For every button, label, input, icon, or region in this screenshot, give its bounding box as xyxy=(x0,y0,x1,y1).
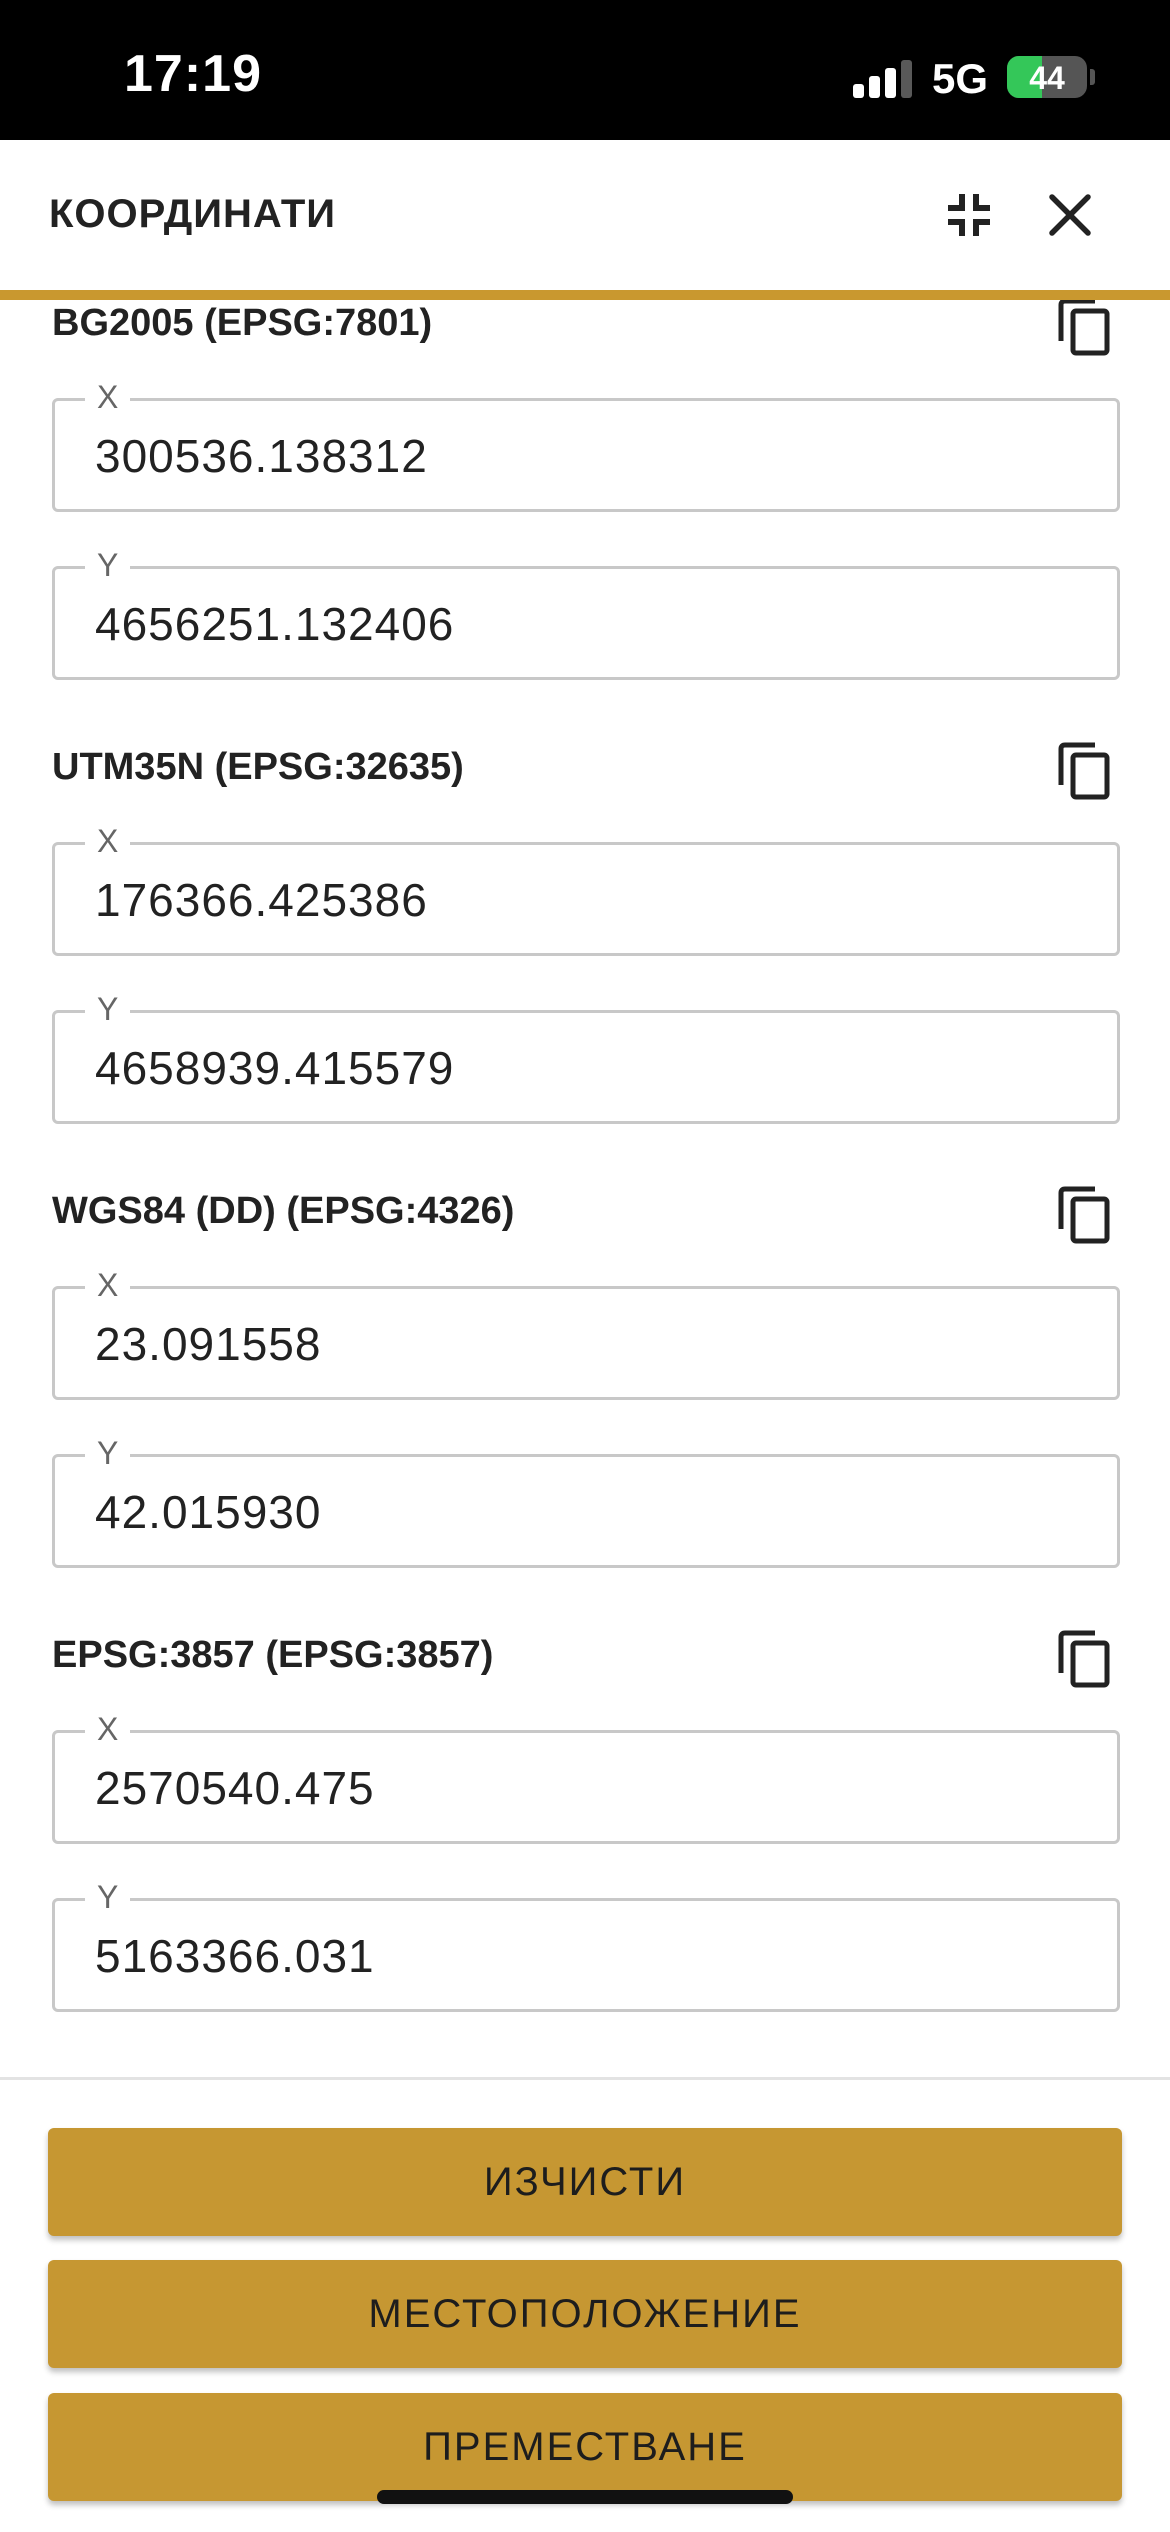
x-coordinate-field[interactable]: X 176366.425386 xyxy=(52,823,1120,956)
field-label: Y xyxy=(85,991,131,1027)
y-coordinate-field[interactable]: Y 5163366.031 xyxy=(52,1879,1120,2012)
y-coordinate-field[interactable]: Y 42.015930 xyxy=(52,1435,1120,1568)
move-button[interactable]: ПРЕМЕСТВАНЕ xyxy=(48,2393,1122,2501)
location-button[interactable]: МЕСТОПОЛОЖЕНИЕ xyxy=(48,2260,1122,2368)
coordinates-list[interactable]: BG2005 (EPSG:7801) X 300536.138312 Y 465… xyxy=(0,300,1170,2075)
copy-button[interactable] xyxy=(1050,736,1120,806)
copy-icon xyxy=(1058,742,1110,800)
field-label: X xyxy=(85,1711,131,1747)
field-label: Y xyxy=(85,547,131,583)
battery-icon: 44 xyxy=(1007,56,1087,98)
copy-icon xyxy=(1058,1630,1110,1688)
field-label: Y xyxy=(85,1879,131,1915)
collapse-button[interactable] xyxy=(932,178,1006,252)
y-coordinate-field[interactable]: Y 4656251.132406 xyxy=(52,547,1120,680)
collapse-icon xyxy=(948,194,990,236)
y-coordinate-field[interactable]: Y 4658939.415579 xyxy=(52,991,1120,1124)
x-coordinate-field[interactable]: X 23.091558 xyxy=(52,1267,1120,1400)
field-value: 4656251.132406 xyxy=(95,598,455,650)
signal-icon xyxy=(853,60,913,98)
battery-percent: 44 xyxy=(1029,60,1065,96)
field-label: X xyxy=(85,1267,131,1303)
network-type: 5G xyxy=(932,55,989,102)
field-value: 23.091558 xyxy=(95,1318,322,1370)
field-value: 176366.425386 xyxy=(95,874,428,926)
clear-button[interactable]: ИЗЧИСТИ xyxy=(48,2128,1122,2236)
panel-header: КООРДИНАТИ xyxy=(0,140,1170,300)
field-value: 4658939.415579 xyxy=(95,1042,455,1094)
copy-button[interactable] xyxy=(1050,1180,1120,1250)
x-coordinate-field[interactable]: X 2570540.475 xyxy=(52,1711,1120,1844)
copy-icon xyxy=(1058,1186,1110,1244)
copy-button[interactable] xyxy=(1050,1624,1120,1694)
field-value: 42.015930 xyxy=(95,1486,322,1538)
field-value: 300536.138312 xyxy=(95,430,428,482)
section-title: WGS84 (DD) (EPSG:4326) xyxy=(52,1190,515,1232)
field-label: Y xyxy=(85,1435,131,1471)
section-title: UTM35N (EPSG:32635) xyxy=(52,746,464,788)
field-label: X xyxy=(85,823,131,859)
field-value: 5163366.031 xyxy=(95,1930,375,1982)
close-icon xyxy=(1049,194,1091,236)
x-coordinate-field[interactable]: X 300536.138312 xyxy=(52,379,1120,512)
panel-title: КООРДИНАТИ xyxy=(49,192,337,236)
field-label: X xyxy=(85,379,131,415)
section-title: BG2005 (EPSG:7801) xyxy=(52,302,433,344)
battery-cap xyxy=(1090,69,1095,85)
field-value: 2570540.475 xyxy=(95,1762,375,1814)
status-time: 17:19 xyxy=(124,45,262,103)
status-bar: 17:19 5G 44 xyxy=(0,0,1170,140)
copy-button[interactable] xyxy=(1050,300,1120,362)
copy-icon xyxy=(1058,300,1110,356)
home-indicator[interactable] xyxy=(377,2490,793,2504)
section-title: EPSG:3857 (EPSG:3857) xyxy=(52,1634,494,1676)
close-button[interactable] xyxy=(1033,178,1107,252)
footer-divider xyxy=(0,2077,1170,2080)
